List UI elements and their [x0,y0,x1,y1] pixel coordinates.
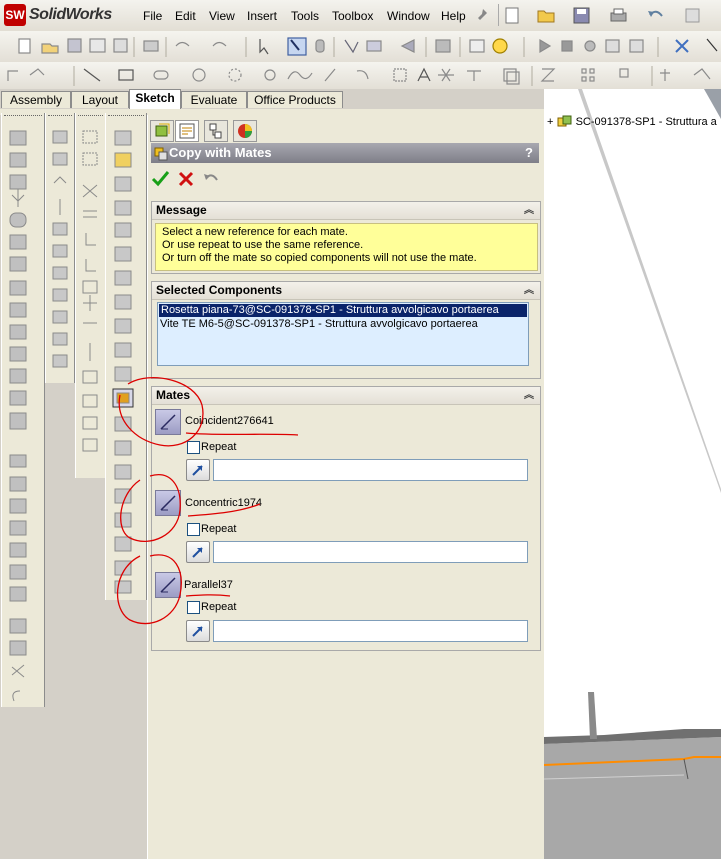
reference-select-button-3[interactable] [186,620,210,642]
property-manager-tab[interactable] [175,120,199,142]
undo-icon[interactable] [202,170,220,188]
feature-tree-root-label: SC-091378-SP1 - Struttura a [575,115,717,128]
left-empty-area [0,707,45,859]
solidworks-logo-icon: SW [4,4,26,26]
save-icon[interactable] [572,6,592,26]
reference-select-button-2[interactable] [186,541,210,563]
print-icon[interactable] [608,6,630,26]
sketch-toolbar-icons[interactable] [2,65,721,87]
menu-bar: SW SolidWorks File Edit View Insert Tool… [0,0,721,32]
ok-check-icon[interactable] [151,170,171,188]
strip-1-icons[interactable] [6,125,40,705]
message-group-title: Message [156,203,207,217]
selected-components-group: Selected Components ︽ Rosetta piana-73@S… [151,281,541,379]
repeat-label: Repeat [201,441,237,453]
menu-window[interactable]: Window [387,9,430,23]
menu-tools[interactable]: Tools [291,9,319,23]
tab-assembly[interactable]: Assembly [1,91,71,108]
mate-name-concentric: Concentric1974 [185,497,263,509]
message-box: Select a new reference for each mate. Or… [155,223,538,271]
tab-office-products[interactable]: Office Products [247,91,343,108]
tab-layout[interactable]: Layout [71,91,129,108]
reference-select-button-1[interactable] [186,459,210,481]
toolbar-strip-2 [45,113,75,383]
repeat-checkbox-2[interactable] [187,523,200,536]
repeat-label: Repeat [201,523,237,535]
mate-name-coincident: Coincident276641 [185,415,274,427]
graphics-area[interactable]: + SC-091378-SP1 - Struttura a [544,89,721,859]
menu-file[interactable]: File [143,9,162,23]
repeat-label: Repeat [201,601,237,613]
reference-input-3[interactable] [213,620,528,642]
concentric-mate-icon[interactable] [155,490,181,516]
cancel-x-icon[interactable] [177,170,195,188]
configuration-manager-tab[interactable] [204,120,228,142]
message-line-1: Select a new reference for each mate. [162,226,348,238]
select-arrow-icon [192,547,203,558]
reference-input-2[interactable] [213,541,528,563]
feature-manager-icon [155,123,170,137]
assembly-icon [557,115,571,127]
mate-name-parallel: Parallel37 [184,579,233,591]
reference-input-1[interactable] [213,459,528,481]
tab-sketch[interactable]: Sketch [129,89,181,109]
standard-toolbar [0,31,721,63]
mates-group-title: Mates [156,388,191,402]
repeat-checkbox-3[interactable] [187,601,200,614]
toolbar-strip-4 [105,113,147,600]
menu-edit[interactable]: Edit [175,9,196,23]
open-folder-icon[interactable] [536,6,560,26]
feature-tree-root[interactable]: + SC-091378-SP1 - Struttura a [547,115,717,129]
menu-help[interactable]: Help [441,9,466,23]
repeat-checkbox-1[interactable] [187,441,200,454]
select-arrow-icon [192,465,203,476]
display-manager-icon [238,124,252,138]
selected-components-title: Selected Components [156,283,283,297]
tab-evaluate[interactable]: Evaluate [181,91,247,108]
menu-view[interactable]: View [209,9,235,23]
parallel-mate-icon[interactable] [155,572,181,598]
selected-components-list[interactable]: Rosetta piana-73@SC-091378-SP1 - Struttu… [157,302,529,366]
new-doc-icon[interactable] [503,6,523,26]
model-view [544,89,721,859]
configuration-manager-icon [209,123,222,139]
toolbar-strip-3 [75,113,106,478]
display-manager-tab[interactable] [233,120,257,142]
rebuild-icon[interactable] [683,6,703,26]
help-button[interactable]: ? [525,145,533,160]
strip-3-icons[interactable] [80,125,104,475]
list-item[interactable]: Rosetta piana-73@SC-091378-SP1 - Struttu… [159,304,527,317]
message-line-3: Or turn off the mate so copied component… [162,252,477,264]
toolbar-strip-1 [1,113,45,707]
copy-with-mates-icon [154,147,168,161]
strip-2-icons[interactable] [50,125,74,385]
menu-toolbox[interactable]: Toolbox [332,9,373,23]
menu-insert[interactable]: Insert [247,9,277,23]
message-line-2: Or use repeat to use the same reference. [162,239,364,251]
solidworks-logo[interactable]: SW SolidWorks [4,4,146,26]
collapse-chevron-icon[interactable]: ︽ [524,387,534,404]
property-manager-title: Copy with Mates [169,145,272,160]
message-group: Message ︽ Select a new reference for eac… [151,201,541,274]
manager-tabs [147,115,544,143]
select-arrow-icon [192,626,203,637]
pin-icon[interactable] [474,7,492,25]
sketch-toolbar [0,62,721,90]
mates-group-header[interactable]: Mates ︽ [152,387,540,405]
feature-manager-tab[interactable] [150,120,174,142]
strip-4-icons[interactable] [110,125,144,595]
selected-components-header[interactable]: Selected Components ︽ [152,282,540,300]
undo-icon[interactable] [646,6,666,26]
collapse-chevron-icon[interactable]: ︽ [524,202,534,219]
coincident-mate-icon[interactable] [155,409,181,435]
menu-separator [498,4,499,26]
expand-icon[interactable]: + [547,116,553,128]
standard-toolbar-icons[interactable] [2,36,721,58]
message-group-header[interactable]: Message ︽ [152,202,540,220]
collapse-chevron-icon[interactable]: ︽ [524,282,534,299]
list-item[interactable]: Vite TE M6-5@SC-091378-SP1 - Struttura a… [158,318,528,331]
app-name: SolidWorks [29,6,112,23]
property-manager-icon [179,123,195,139]
property-manager-header: Copy with Mates ? [151,143,539,163]
